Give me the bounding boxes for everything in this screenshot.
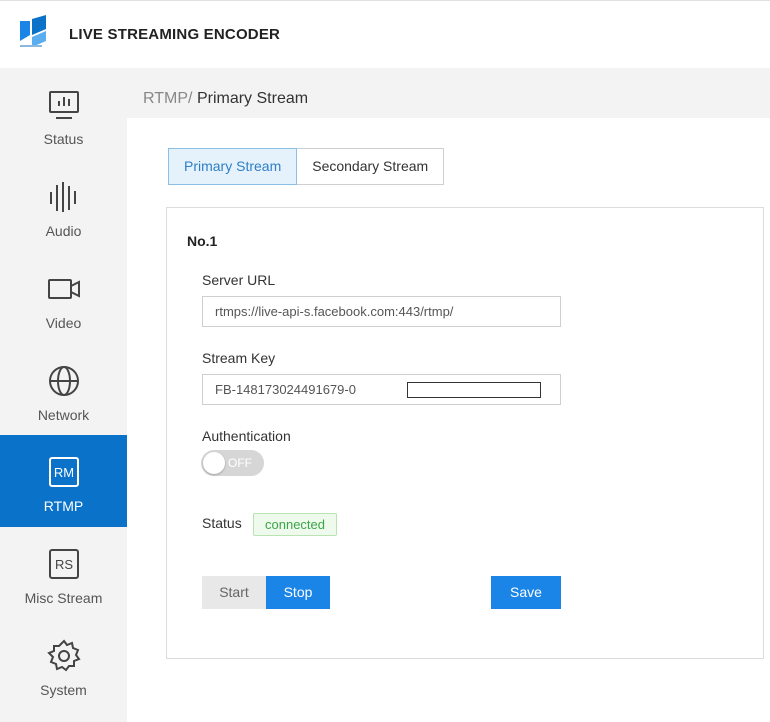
status-monitor-icon (49, 91, 79, 119)
tab-primary-stream[interactable]: Primary Stream (168, 148, 298, 185)
sidebar-item-audio[interactable]: Audio (0, 160, 127, 252)
rs-box-icon: RS (49, 549, 79, 579)
redaction-box (407, 382, 541, 398)
stream-key-label: Stream Key (202, 350, 276, 366)
status-badge: connected (253, 513, 337, 536)
sidebar-item-video[interactable]: Video (0, 252, 127, 344)
breadcrumb-current: Primary Stream (196, 90, 309, 107)
sidebar-item-label: System (40, 682, 87, 698)
rtmp-box-icon: RM (49, 457, 79, 487)
breadcrumb-parent[interactable]: RTMP/ (143, 90, 192, 107)
app-title: LIVE STREAMING ENCODER (69, 26, 281, 43)
app-logo-icon (20, 15, 46, 47)
sidebar-item-label: Status (43, 131, 84, 147)
svg-text:RM: RM (54, 465, 74, 480)
authentication-label: Authentication (202, 428, 291, 444)
stream-key-value: FB-148173024491679-0 (215, 382, 356, 397)
start-button[interactable]: Start (202, 576, 266, 609)
top-bar: LIVE STREAMING ENCODER (0, 0, 770, 68)
stream-tabs: Primary Stream Secondary Stream (168, 148, 445, 185)
audio-waveform-icon (50, 182, 76, 212)
toggle-state-text: OFF (228, 456, 252, 470)
sidebar-item-label: Video (45, 315, 82, 331)
sidebar-item-rtmp[interactable]: RM RTMP (0, 435, 127, 527)
status-label: Status (202, 515, 242, 531)
sidebar-item-status[interactable]: Status (0, 68, 127, 160)
svg-text:RS: RS (55, 557, 73, 572)
breadcrumb: RTMP/ Primary Stream (143, 90, 308, 108)
authentication-toggle[interactable]: OFF (201, 450, 264, 476)
stream-settings-card: No.1 Server URL rtmps://live-api-s.faceb… (166, 207, 764, 659)
server-url-label: Server URL (202, 272, 276, 288)
breadcrumb-bar: RTMP/ Primary Stream (127, 68, 770, 118)
toggle-knob (203, 452, 225, 474)
card-title: No.1 (187, 233, 218, 249)
sidebar-item-system[interactable]: System (0, 619, 127, 711)
tab-secondary-stream[interactable]: Secondary Stream (297, 148, 445, 185)
sidebar-item-network[interactable]: Network (0, 344, 127, 436)
stream-key-input[interactable]: FB-148173024491679-0 (202, 374, 561, 405)
sidebar-item-misc-stream[interactable]: RS Misc Stream (0, 527, 127, 619)
sidebar-item-label: RTMP (43, 498, 84, 514)
sidebar: Status Audio Video Network RM RTMP RS Mi… (0, 68, 127, 722)
globe-icon (49, 366, 79, 396)
save-button[interactable]: Save (491, 576, 561, 609)
video-camera-icon (48, 279, 80, 299)
server-url-input[interactable]: rtmps://live-api-s.facebook.com:443/rtmp… (202, 296, 561, 327)
sidebar-item-label: Audio (45, 223, 82, 239)
sidebar-item-label: Network (37, 407, 90, 423)
stop-button[interactable]: Stop (266, 576, 330, 609)
sidebar-item-label: Misc Stream (24, 590, 103, 606)
gear-icon (47, 639, 81, 672)
